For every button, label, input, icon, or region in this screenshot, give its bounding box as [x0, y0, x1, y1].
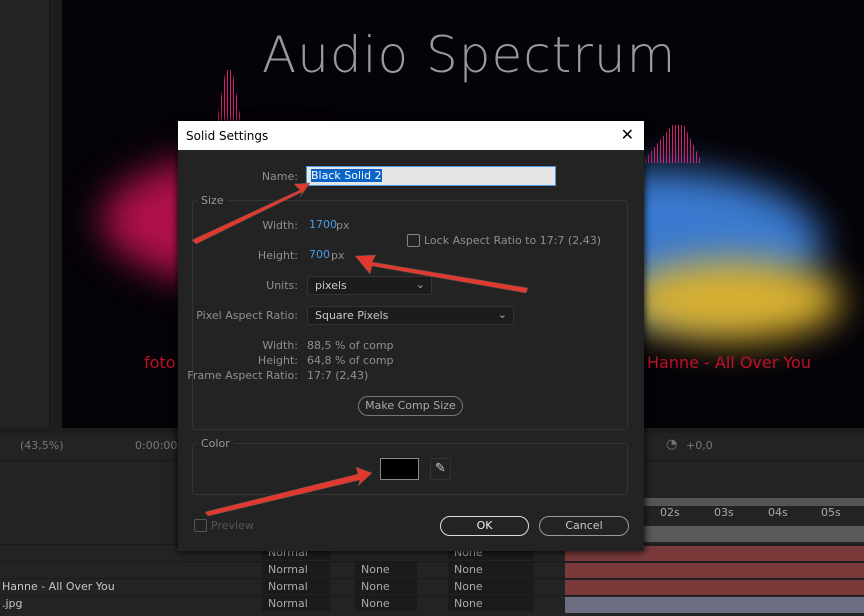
arrow-icon — [204, 466, 373, 517]
arrow-icon — [191, 182, 311, 245]
arrow-icon — [354, 254, 529, 294]
annotation-arrows — [191, 182, 529, 517]
